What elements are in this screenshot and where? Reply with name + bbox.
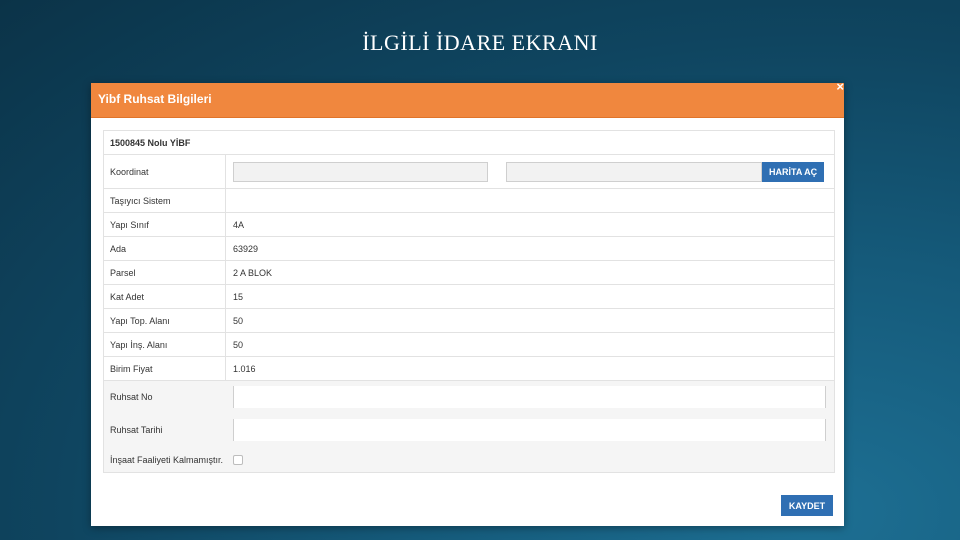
harita-ac-button[interactable]: HARİTA AÇ <box>762 161 825 182</box>
kaydet-button[interactable]: KAYDET <box>781 495 833 516</box>
yapi-sinif-row: Yapı Sınıf 4A <box>104 213 834 237</box>
yapi-top-alani-row: Yapı Top. Alanı 50 <box>104 309 834 333</box>
form-area: 1500845 Nolu YİBF Koordinat HARİTA AÇ Ta… <box>103 130 835 473</box>
ruhsat-tarihi-input[interactable] <box>233 419 826 441</box>
ruhsat-no-row: Ruhsat No <box>104 381 834 413</box>
ada-value: 63929 <box>233 243 259 254</box>
insaat-faaliyeti-row: İnşaat Faaliyeti Kalmamıştır. <box>104 447 834 472</box>
ruhsat-no-input[interactable] <box>233 386 826 408</box>
tasiyici-value <box>226 189 834 212</box>
koordinat-y-input[interactable] <box>506 161 762 182</box>
kat-adet-label: Kat Adet <box>104 285 226 308</box>
yapi-sinif-value: 4A <box>233 219 245 230</box>
birim-fiyat-value: 1.016 <box>233 363 256 374</box>
yibf-heading: 1500845 Nolu YİBF <box>110 137 191 148</box>
kat-adet-row: Kat Adet 15 <box>104 285 834 309</box>
kat-adet-value: 15 <box>233 291 244 302</box>
parsel-label: Parsel <box>104 261 226 284</box>
ruhsat-tarihi-label: Ruhsat Tarihi <box>110 425 163 435</box>
koordinat-x-input[interactable] <box>233 161 488 182</box>
yapi-ins-alani-value: 50 <box>233 339 244 350</box>
insaat-faaliyeti-label: İnşaat Faaliyeti Kalmamıştır. <box>110 454 224 465</box>
yapi-ins-alani-label: Yapı İnş. Alanı <box>104 333 226 356</box>
ruhsat-section: Ruhsat No Ruhsat Tarihi İnşaat Faaliyeti… <box>104 381 834 473</box>
ada-label: Ada <box>104 237 226 260</box>
birim-fiyat-row: Birim Fiyat 1.016 <box>104 357 834 381</box>
ruhsat-tarihi-row: Ruhsat Tarihi <box>104 413 834 447</box>
parsel-value: 2 A BLOK <box>233 267 273 278</box>
tasiyici-row: Taşıyıcı Sistem <box>104 189 834 213</box>
yapi-sinif-label: Yapı Sınıf <box>104 213 226 236</box>
birim-fiyat-label: Birim Fiyat <box>104 357 226 380</box>
modal-title: Yibf Ruhsat Bilgileri <box>98 92 212 106</box>
close-icon[interactable]: × <box>836 79 844 94</box>
insaat-faaliyeti-checkbox[interactable] <box>233 454 243 465</box>
ruhsat-modal: Yibf Ruhsat Bilgileri × 1500845 Nolu YİB… <box>91 79 844 526</box>
ada-row: Ada 63929 <box>104 237 834 261</box>
form-heading-row: 1500845 Nolu YİBF <box>104 131 834 155</box>
slide-title: İLGİLİ İDARE EKRANI <box>362 30 598 55</box>
modal-header: Yibf Ruhsat Bilgileri <box>91 83 844 118</box>
parsel-row: Parsel 2 A BLOK <box>104 261 834 285</box>
ruhsat-no-label: Ruhsat No <box>110 392 153 402</box>
koordinat-row: Koordinat HARİTA AÇ <box>104 155 834 189</box>
yapi-ins-alani-row: Yapı İnş. Alanı 50 <box>104 333 834 357</box>
yapi-top-alani-label: Yapı Top. Alanı <box>104 309 226 332</box>
tasiyici-label: Taşıyıcı Sistem <box>104 189 226 212</box>
yapi-top-alani-value: 50 <box>233 315 244 326</box>
koordinat-label: Koordinat <box>104 155 226 188</box>
